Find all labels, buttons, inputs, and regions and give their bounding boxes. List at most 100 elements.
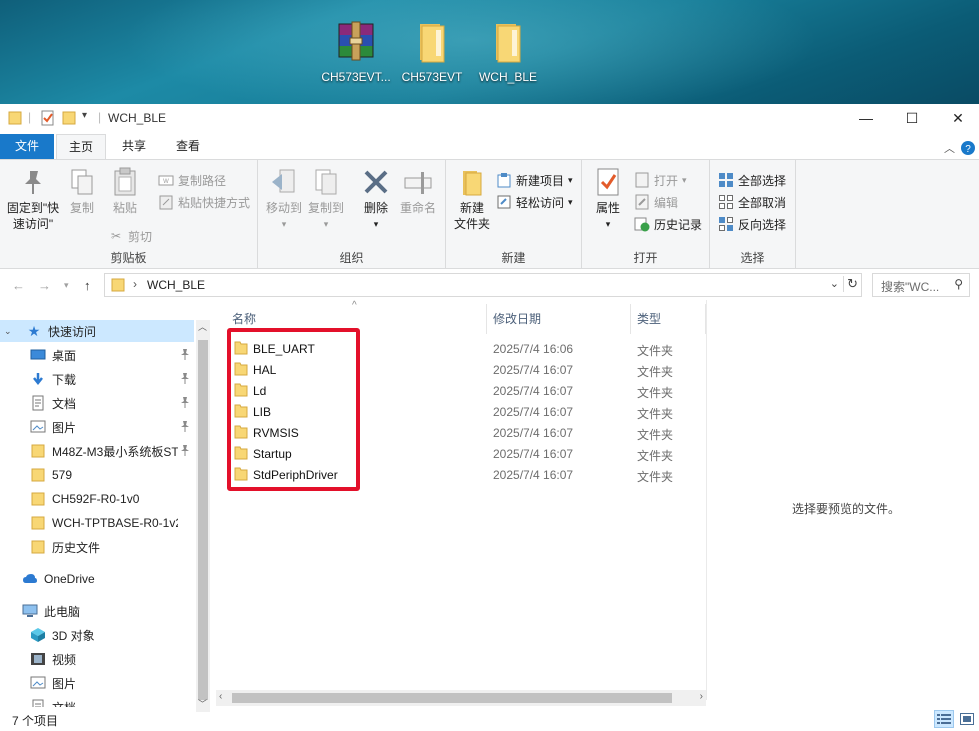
- forward-arrow-icon[interactable]: →: [38, 278, 51, 293]
- select-all-button[interactable]: 全部选择: [718, 170, 786, 190]
- nav-item[interactable]: 文档: [0, 392, 194, 414]
- pin-to-quick-access-button[interactable]: 固定到"快 速访问": [4, 166, 62, 232]
- rename-button[interactable]: 重命名: [398, 166, 438, 216]
- breadcrumb-wch-ble[interactable]: WCH_BLE: [147, 278, 205, 292]
- select-none-button[interactable]: 全部取消: [718, 192, 786, 212]
- folder-icon: [420, 24, 445, 63]
- nav-item[interactable]: 图片: [0, 416, 194, 438]
- scroll-left-arrow[interactable]: ‹: [219, 691, 222, 702]
- column-header-type[interactable]: 类型: [637, 310, 661, 327]
- nav-item[interactable]: WCH-TPTBASE-R0-1v2: [0, 512, 194, 534]
- customize-quick-access-icon[interactable]: ▾: [82, 110, 87, 126]
- file-modified-date: 2025/7/4 16:06: [493, 342, 574, 356]
- nav-item[interactable]: 桌面: [0, 344, 194, 366]
- nav-scroll-thumb[interactable]: [198, 340, 208, 700]
- move-to-button[interactable]: 移动到 ▾: [264, 166, 304, 232]
- column-divider[interactable]: [630, 304, 631, 334]
- desktop-icon-folder-ch573evt[interactable]: CH573EVT: [392, 20, 472, 84]
- copy-path-button[interactable]: W 复制路径: [158, 170, 226, 190]
- nav-item[interactable]: 579: [0, 464, 194, 486]
- properties-button[interactable]: 属性 ▾: [590, 166, 626, 232]
- nav-onedrive[interactable]: OneDrive: [0, 568, 194, 590]
- paste-shortcut-button[interactable]: 粘贴快捷方式: [158, 192, 250, 212]
- up-arrow-icon[interactable]: ↑: [84, 278, 91, 293]
- nav-quick-access[interactable]: ⌄ ★ 快速访问: [0, 320, 194, 342]
- preview-message: 选择要预览的文件。: [792, 502, 901, 516]
- nav-item-label: OneDrive: [44, 572, 95, 586]
- desktop-icon-folder-wch-ble[interactable]: WCH_BLE: [468, 20, 548, 84]
- copy-to-label: 复制到: [307, 201, 344, 215]
- file-modified-date: 2025/7/4 16:07: [493, 426, 574, 440]
- recent-locations-icon[interactable]: ▾: [64, 280, 69, 291]
- tab-file[interactable]: 文件: [0, 134, 54, 159]
- copy-to-icon: [315, 169, 337, 195]
- tab-home[interactable]: 主页: [56, 134, 106, 160]
- minimize-button[interactable]: —: [843, 104, 889, 132]
- easy-access-button[interactable]: 轻松访问 ▾: [496, 192, 573, 212]
- close-button[interactable]: ✕: [935, 104, 979, 132]
- pictures-icon: [30, 675, 46, 691]
- copy-to-button[interactable]: 复制到 ▾: [306, 166, 346, 232]
- nav-this-pc[interactable]: 此电脑: [0, 600, 194, 622]
- tab-share[interactable]: 共享: [110, 134, 158, 159]
- nav-pc-item[interactable]: 文档: [0, 696, 194, 707]
- delete-button[interactable]: 删除 ▾: [358, 166, 394, 232]
- nav-pc-item[interactable]: 3D 对象: [0, 624, 194, 646]
- copy-path-label: 复制路径: [178, 173, 227, 188]
- horizontal-scrollbar[interactable]: ‹ ›: [216, 690, 706, 706]
- history-icon: [634, 216, 650, 232]
- details-view-button[interactable]: [934, 710, 954, 728]
- desktop-icon-label: WCH_BLE: [478, 70, 537, 84]
- paste-shortcut-label: 粘贴快捷方式: [178, 195, 251, 210]
- navigation-pane: ⌄ ★ 快速访问 桌面 下载 文档 图片 M48Z-M3最小系统板ST 579 CH592F…: [0, 320, 196, 707]
- maximize-button[interactable]: ☐: [889, 104, 935, 132]
- group-new: 新建 文件夹 新建项目 ▾ 轻松访问 ▾ 新建: [446, 160, 582, 268]
- new-item-icon: [496, 172, 512, 188]
- nav-scrollbar[interactable]: ︿ ﹀: [196, 320, 210, 712]
- nav-item-label: 历史文件: [52, 540, 101, 555]
- collapse-ribbon-icon[interactable]: ︿: [944, 140, 955, 156]
- nav-item[interactable]: 历史文件: [0, 536, 194, 558]
- history-button[interactable]: 历史记录: [634, 214, 702, 234]
- address-bar[interactable]: › WCH_BLE ⌄ ↻: [104, 273, 862, 297]
- cut-button[interactable]: ✂ 剪切: [108, 226, 152, 246]
- nav-item[interactable]: 下载: [0, 368, 194, 390]
- back-arrow-icon[interactable]: ←: [12, 278, 25, 293]
- search-input[interactable]: 搜索"WC... ⚲: [872, 273, 970, 297]
- status-bar: 7 个项目: [0, 708, 979, 731]
- horizontal-scroll-thumb[interactable]: [232, 693, 672, 703]
- copy-button[interactable]: 复制: [64, 166, 100, 216]
- large-icons-view-button[interactable]: [957, 710, 977, 728]
- column-header-name[interactable]: 名称: [232, 310, 256, 327]
- column-header-modified[interactable]: 修改日期: [493, 310, 541, 327]
- refresh-icon[interactable]: ↻: [843, 276, 858, 292]
- nav-pc-item[interactable]: 图片: [0, 672, 194, 694]
- desktop-icon-archive[interactable]: CH573EVT...: [316, 20, 396, 84]
- tab-view[interactable]: 查看: [164, 134, 212, 159]
- open-button[interactable]: 打开 ▾: [634, 170, 687, 190]
- new-folder-quick-icon[interactable]: [62, 110, 76, 126]
- properties-quick-icon[interactable]: [40, 110, 56, 126]
- scroll-up-arrow[interactable]: ︿: [198, 320, 208, 332]
- svg-text:?: ?: [965, 144, 971, 155]
- new-item-button[interactable]: 新建项目 ▾: [496, 170, 573, 190]
- ribbon-help-area: ︿ ?: [944, 140, 975, 156]
- file-modified-date: 2025/7/4 16:07: [493, 384, 574, 398]
- open-label: 打开: [654, 173, 679, 188]
- chevron-down-icon: ▾: [568, 174, 573, 185]
- invert-selection-button[interactable]: 反向选择: [718, 214, 786, 234]
- move-to-label: 移动到: [265, 201, 302, 215]
- scroll-right-arrow[interactable]: ›: [700, 691, 703, 702]
- paste-button[interactable]: 粘贴: [106, 166, 144, 216]
- address-history-dropdown-icon[interactable]: ⌄: [830, 277, 839, 290]
- nav-item-label: 文档: [52, 699, 76, 708]
- window-title: WCH_BLE: [108, 111, 167, 125]
- pin-icon: [180, 348, 190, 363]
- new-folder-button[interactable]: 新建 文件夹: [450, 166, 494, 232]
- column-divider[interactable]: [486, 304, 487, 334]
- nav-pc-item[interactable]: 视频: [0, 648, 194, 670]
- nav-item[interactable]: CH592F-R0-1v0: [0, 488, 194, 510]
- nav-item[interactable]: M48Z-M3最小系统板ST: [0, 440, 194, 462]
- help-icon[interactable]: ?: [961, 141, 975, 155]
- edit-button[interactable]: 编辑: [634, 192, 678, 212]
